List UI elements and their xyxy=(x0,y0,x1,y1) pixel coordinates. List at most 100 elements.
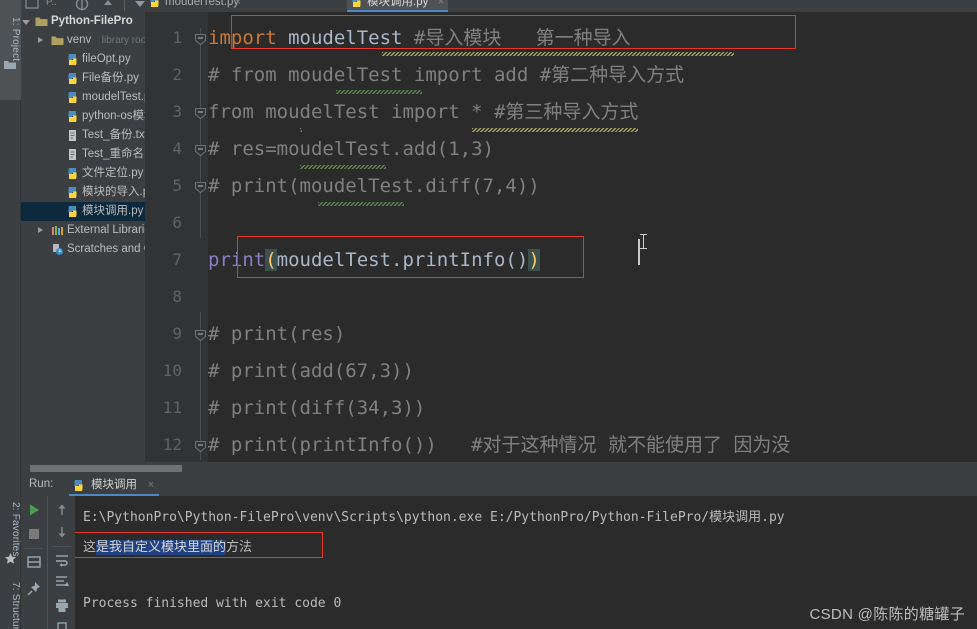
tree-item[interactable]: 模块的导入.py xyxy=(21,183,145,202)
tree-item-label: python-os模块.py xyxy=(82,110,145,122)
tree-item[interactable]: Test_重命名.txt xyxy=(21,145,145,164)
tab-moudelTest-py[interactable]: moudelTest.py × xyxy=(145,0,245,12)
tree-item[interactable]: External Libraries xyxy=(21,221,145,240)
editor-hscrollbar-thumb[interactable] xyxy=(30,465,182,472)
chevron-right-icon[interactable] xyxy=(38,37,43,43)
output-prefix: 这 xyxy=(83,540,97,555)
run-configuration-tab[interactable]: 模块调用 × xyxy=(69,475,159,496)
code-fold-collapse-icon[interactable] xyxy=(194,144,207,157)
code-line[interactable]: # print(diff(34,3)) xyxy=(208,390,425,427)
layout-restore-icon[interactable] xyxy=(26,554,42,570)
line-number: 12 xyxy=(162,435,182,454)
soft-wrap-icon[interactable] xyxy=(54,552,70,568)
code-line[interactable]: # res=moudelTest.add(1,3) xyxy=(208,131,494,168)
line-number: 2 xyxy=(172,65,182,84)
chevron-down-icon[interactable] xyxy=(22,20,30,28)
code-fold-collapse-icon[interactable] xyxy=(194,33,207,46)
project-tool-window[interactable]: Python-FilePro venv library root fileOpt.py… xyxy=(21,12,145,474)
file-menu-fragment[interactable]: P.. xyxy=(46,0,62,10)
code-token: # print(moudelTest.diff(7,4)) xyxy=(208,175,540,197)
sync-icon[interactable] xyxy=(74,0,90,11)
chevron-right-icon[interactable] xyxy=(38,227,43,233)
arrow-down-icon[interactable] xyxy=(54,524,70,540)
text-file-icon xyxy=(66,148,79,161)
code-text-area[interactable]: import moudelTest #导入模块 第一种导入 # from moud… xyxy=(208,12,977,462)
text-caret xyxy=(638,239,640,265)
output-selected-text: 是我自定义模块里面的 xyxy=(96,540,227,555)
folder-icon xyxy=(51,34,64,47)
mouse-cursor-ibeam xyxy=(640,234,647,249)
code-line[interactable]: # print(res) xyxy=(208,316,345,353)
code-token: moudelTest.printInfo() xyxy=(276,249,529,271)
code-token: ( xyxy=(265,249,277,271)
scroll-to-end-icon[interactable] xyxy=(54,574,70,590)
sidebar-item-favorites[interactable]: 2: Favorites xyxy=(0,480,21,572)
tree-item[interactable]: Scratches and Consoles xyxy=(21,240,145,259)
inspection-squiggle xyxy=(382,52,734,56)
tree-item-label: Test_备份.txt xyxy=(82,129,145,141)
run-panel-header: Run: 模块调用 × xyxy=(21,474,977,496)
sidebar-item-project[interactable]: 1: Project xyxy=(0,0,21,100)
console-program-output: 这是我自定义模块里面的方法 xyxy=(83,536,252,555)
python-file-icon xyxy=(66,53,79,66)
line-number: 1 xyxy=(172,28,182,47)
line-number: 5 xyxy=(172,176,182,195)
code-fold-collapse-icon[interactable] xyxy=(194,107,207,120)
close-icon[interactable]: × xyxy=(438,0,444,12)
tree-item-label: Test_重命名.txt xyxy=(82,148,145,160)
run-play-icon[interactable] xyxy=(26,502,42,518)
editor-gutter[interactable]: 1 2 3 4 5 6 7 8 9 10 11 12 xyxy=(145,12,208,462)
line-number: 6 xyxy=(172,213,182,232)
code-line[interactable]: # print(moudelTest.diff(7,4)) xyxy=(208,168,540,205)
code-fold-collapse-icon[interactable] xyxy=(194,440,207,453)
code-fold-collapse-icon[interactable] xyxy=(194,329,207,342)
tree-item[interactable]: 文件定位.py xyxy=(21,164,145,183)
close-icon[interactable]: × xyxy=(148,475,154,496)
tree-item-label: 模块调用.py xyxy=(82,205,144,217)
upload-icon[interactable] xyxy=(100,0,116,10)
line-number: 10 xyxy=(162,361,182,380)
print-icon[interactable] xyxy=(54,598,70,614)
stripe-favorites-label: 2: Favorites xyxy=(10,502,21,557)
close-icon[interactable]: × xyxy=(235,0,241,12)
stripe-structure-label: 7: Structure xyxy=(10,582,21,629)
folder-icon xyxy=(35,15,48,28)
tree-item-label: fileOpt.py xyxy=(82,53,131,65)
tree-item[interactable]: fileOpt.py xyxy=(21,50,145,69)
tree-item[interactable]: Test_备份.txt xyxy=(21,126,145,145)
tree-item[interactable]: File备份.py xyxy=(21,69,145,88)
tree-item[interactable]: moudelTest.py xyxy=(21,88,145,107)
tree-item[interactable]: Python-FilePro xyxy=(21,12,145,31)
code-token: ) xyxy=(528,249,540,271)
line-number: 11 xyxy=(162,398,182,417)
project-structure-icon[interactable] xyxy=(24,0,40,10)
python-file-icon xyxy=(350,0,363,8)
editor-hscrollbar-track[interactable] xyxy=(145,462,977,474)
tab-模块调用-py[interactable]: 模块调用.py × xyxy=(347,0,448,12)
code-line[interactable]: print(moudelTest.printInfo()) xyxy=(208,242,540,279)
tab-label: moudelTest.py xyxy=(165,0,240,8)
tree-item[interactable]: venv library root xyxy=(21,31,145,50)
sidebar-item-structure[interactable]: 7: Structure xyxy=(0,578,21,629)
code-line[interactable]: # from moudelTest import add #第二种导入方式 xyxy=(208,57,684,94)
tree-item[interactable]: 模块调用.py xyxy=(21,202,145,221)
tree-item-label: External Libraries xyxy=(67,224,145,236)
code-line[interactable]: # print(add(67,3)) xyxy=(208,353,414,390)
tree-item[interactable]: python-os模块.py xyxy=(21,107,145,126)
project-folder-icon xyxy=(3,58,17,71)
code-token: #导入模块 第一种导入 xyxy=(413,27,631,49)
code-line[interactable]: # print(printInfo()) #对于这种情况 就不能使用了 因为没 xyxy=(208,427,790,462)
arrow-up-icon[interactable] xyxy=(54,502,70,518)
code-fold-collapse-icon[interactable] xyxy=(194,181,207,194)
code-line[interactable]: from moudelTest import * #第三种导入方式 xyxy=(208,94,638,131)
inspection-squiggle xyxy=(472,128,638,132)
stop-square-icon[interactable] xyxy=(26,526,42,542)
pin-icon[interactable] xyxy=(26,581,42,597)
inspection-squiggle xyxy=(318,202,404,206)
output-suffix: 方法 xyxy=(226,540,253,555)
clear-all-icon[interactable] xyxy=(54,620,70,629)
run-toolbar-left xyxy=(21,496,47,629)
code-token: import xyxy=(208,27,277,49)
code-editor[interactable]: 1 2 3 4 5 6 7 8 9 10 11 12 import moudelTest #导入模块 … xyxy=(145,12,977,462)
stripe-project-label: 1: Project xyxy=(10,17,21,62)
